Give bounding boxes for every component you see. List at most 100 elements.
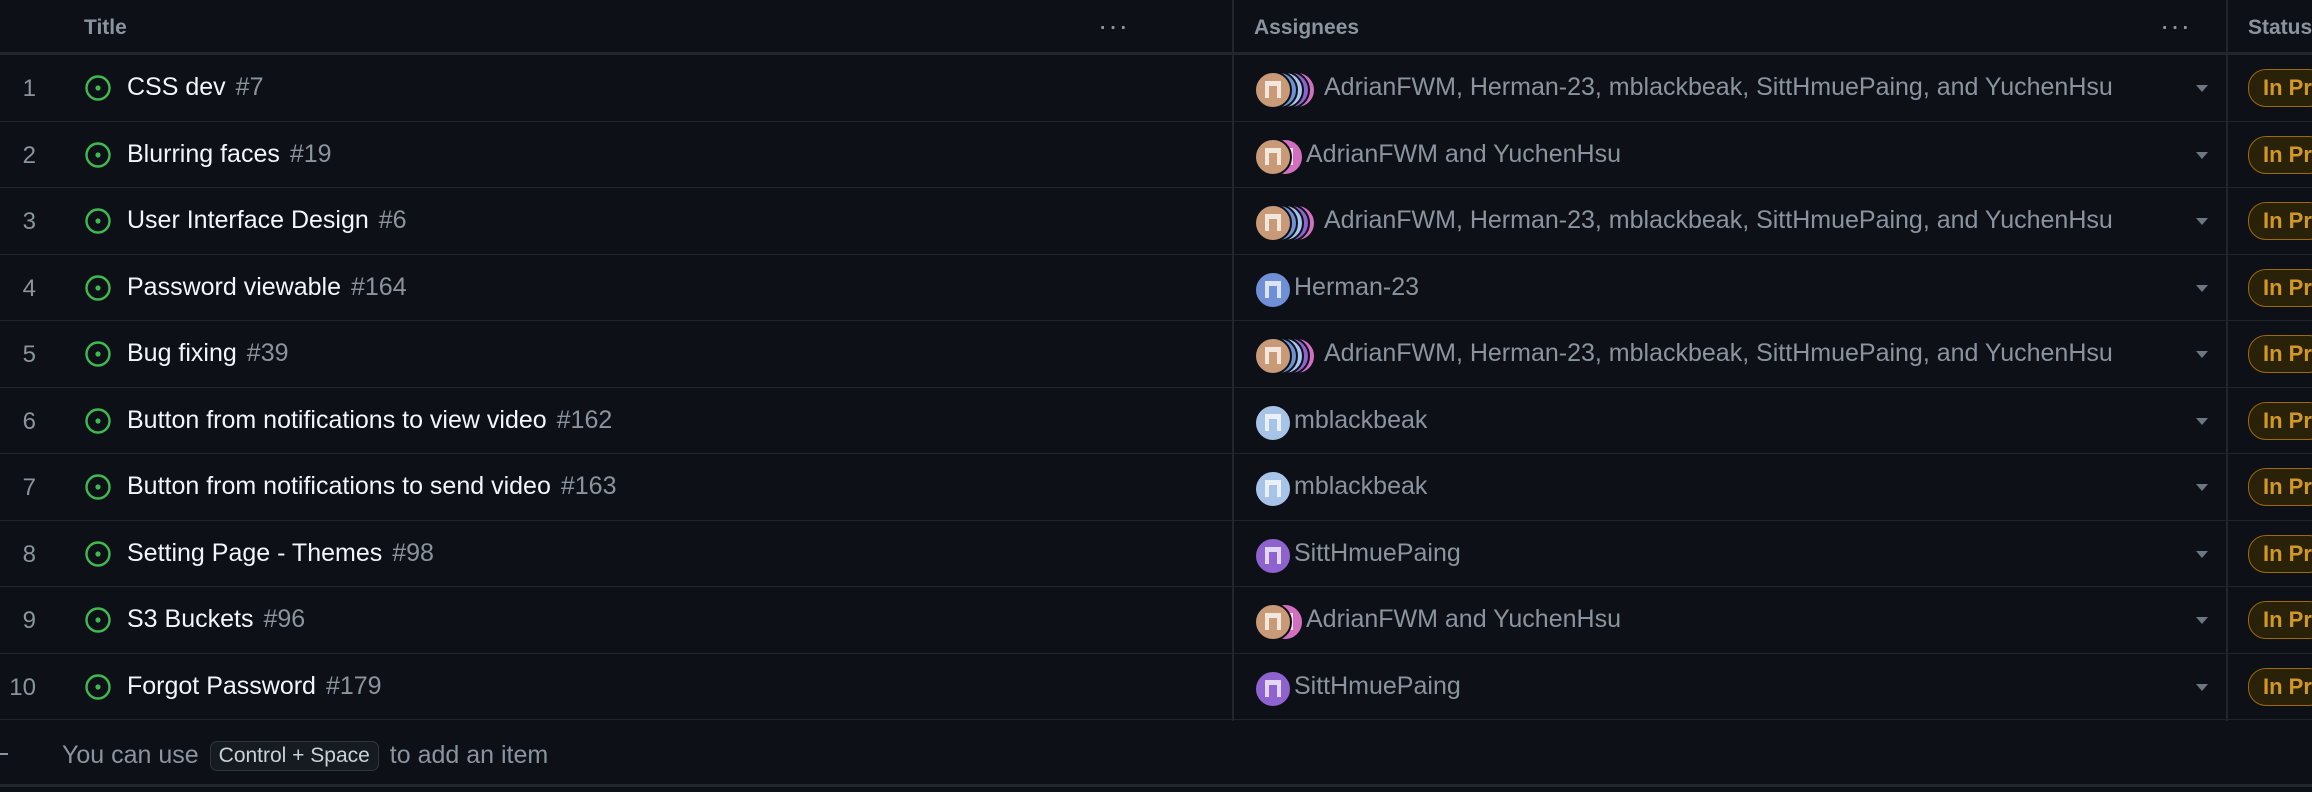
triangle-down-icon[interactable]: [2196, 351, 2208, 358]
avatar[interactable]: [1254, 470, 1292, 508]
avatar[interactable]: [1254, 137, 1292, 176]
status-badge[interactable]: In Pr: [2248, 135, 2312, 174]
triangle-down-icon[interactable]: [2196, 85, 2208, 92]
issue-title[interactable]: Button from notifications to send video: [127, 472, 551, 500]
avatar[interactable]: [1254, 337, 1292, 375]
issue-number[interactable]: #163: [561, 472, 617, 500]
issue-title-link[interactable]: Button from notifications to send video #…: [127, 472, 616, 501]
row-number: 2: [22, 141, 36, 169]
issue-number[interactable]: #164: [351, 273, 407, 301]
triangle-down-icon[interactable]: [2196, 417, 2208, 425]
triangle-down-icon[interactable]: [2196, 151, 2208, 159]
status-badge[interactable]: In Pr: [2248, 268, 2312, 307]
avatar[interactable]: [1254, 403, 1292, 442]
status-badge[interactable]: In Pr: [2248, 667, 2312, 706]
column-divider[interactable]: [1232, 0, 1234, 721]
issue-title-link[interactable]: Button from notifications to view video #…: [127, 406, 612, 435]
status-badge[interactable]: In Pr: [2248, 69, 2312, 107]
avatar[interactable]: [1254, 204, 1292, 242]
issue-number[interactable]: #96: [263, 605, 305, 633]
issue-title[interactable]: Blurring faces: [127, 140, 280, 168]
issue-title-link[interactable]: Setting Page - Themes #98: [127, 539, 434, 568]
issue-title[interactable]: Button from notifications to view video: [127, 406, 547, 434]
assignee-names: AdrianFWM, Herman-23, mblackbeak, SittHm…: [1324, 339, 2113, 367]
issue-opened-icon: [85, 673, 111, 700]
issue-title[interactable]: Password viewable: [127, 273, 341, 301]
table-row[interactable]: 9 S3 Buckets #96 AdrianFWM and YuchenHsu In …: [0, 587, 2312, 654]
table-row[interactable]: 10 Forgot Password #179 SittHmuePaing In Pr: [0, 654, 2312, 720]
status-badge[interactable]: In Pr: [2248, 401, 2312, 440]
project-table: Title ··· Assignees ··· Status 1 CSS dev #…: [0, 0, 2312, 720]
status-badge[interactable]: In Pr: [2248, 335, 2312, 373]
row-number: 4: [22, 274, 36, 302]
table-row[interactable]: 3 User Interface Design #6 AdrianFWM, Herma…: [0, 188, 2312, 255]
table-row[interactable]: 1 CSS dev #7 AdrianFWM, Herman-23, mblackbe…: [0, 55, 2312, 122]
assignee-names: Herman-23: [1294, 272, 1420, 301]
triangle-down-icon[interactable]: [2196, 284, 2208, 292]
issue-number[interactable]: #162: [557, 406, 613, 434]
title-column-menu-icon[interactable]: ···: [1098, 10, 1129, 42]
add-item-row[interactable]: You can use Control + Space to add an it…: [0, 721, 2312, 787]
avatar[interactable]: [1254, 536, 1292, 575]
issue-opened-icon: [85, 607, 111, 633]
issue-number[interactable]: #6: [379, 206, 407, 234]
assignees-column-menu-icon[interactable]: ···: [2160, 10, 2191, 42]
triangle-down-icon[interactable]: [2196, 484, 2208, 491]
issue-number[interactable]: #179: [326, 672, 382, 700]
issue-title-link[interactable]: Blurring faces #19: [127, 140, 332, 169]
issue-number[interactable]: #7: [236, 73, 264, 101]
table-row[interactable]: 7 Button from notifications to send video…: [0, 454, 2312, 521]
triangle-down-icon[interactable]: [2196, 683, 2208, 691]
issue-title-link[interactable]: Bug fixing #39: [127, 339, 289, 368]
hint-suffix: to add an item: [389, 741, 549, 769]
status-badge[interactable]: In Pr: [2248, 601, 2312, 639]
row-number: 7: [22, 474, 36, 501]
column-header-status[interactable]: Status: [2248, 16, 2312, 40]
status-badge[interactable]: In Pr: [2248, 468, 2312, 506]
table-row[interactable]: 6 Button from notifications to view video…: [0, 388, 2312, 454]
column-divider[interactable]: [2226, 0, 2228, 721]
hint-prefix: You can use: [62, 741, 199, 769]
avatar[interactable]: [1254, 270, 1292, 309]
issue-title[interactable]: S3 Buckets: [127, 605, 253, 633]
issue-number[interactable]: #19: [290, 140, 332, 168]
assignee-names: AdrianFWM and YuchenHsu: [1306, 605, 1621, 633]
issue-title[interactable]: Forgot Password: [127, 672, 316, 700]
issue-number[interactable]: #98: [392, 539, 434, 567]
row-number: 9: [22, 607, 36, 634]
issue-title[interactable]: Bug fixing: [127, 339, 237, 367]
issue-title[interactable]: CSS dev: [127, 73, 226, 101]
column-header-title[interactable]: Title: [84, 16, 127, 40]
issue-opened-icon: [85, 141, 111, 168]
issue-title[interactable]: User Interface Design: [127, 206, 369, 234]
avatar[interactable]: [1254, 71, 1292, 109]
table-row[interactable]: 2 Blurring faces #19 AdrianFWM and YuchenHs…: [0, 122, 2312, 188]
status-badge[interactable]: In Pr: [2248, 202, 2312, 240]
row-number: 6: [22, 407, 36, 435]
row-number: 1: [22, 75, 36, 102]
row-number: 5: [22, 341, 36, 368]
triangle-down-icon[interactable]: [2196, 550, 2208, 558]
issue-title-link[interactable]: CSS dev #7: [127, 73, 263, 102]
avatar[interactable]: [1254, 669, 1292, 708]
issue-opened-icon: [85, 75, 111, 101]
issue-opened-icon: [85, 208, 111, 234]
table-row[interactable]: 8 Setting Page - Themes #98 SittHmuePaing In…: [0, 521, 2312, 587]
table-row[interactable]: 5 Bug fixing #39 AdrianFWM, Herman-23, mbla…: [0, 321, 2312, 388]
column-header-assignees[interactable]: Assignees: [1254, 16, 1359, 40]
issue-title-link[interactable]: Forgot Password #179: [127, 672, 382, 701]
issue-title-link[interactable]: S3 Buckets #96: [127, 605, 305, 634]
issue-title[interactable]: Setting Page - Themes: [127, 539, 382, 567]
issue-title-link[interactable]: User Interface Design #6: [127, 206, 407, 235]
issue-title-link[interactable]: Password viewable #164: [127, 273, 407, 302]
add-icon[interactable]: [0, 753, 8, 755]
avatar[interactable]: [1254, 603, 1292, 641]
assignee-names: mblackbeak: [1294, 405, 1428, 434]
status-badge[interactable]: In Pr: [2248, 534, 2312, 573]
triangle-down-icon[interactable]: [2196, 218, 2208, 225]
keyboard-shortcut: Control + Space: [209, 741, 379, 772]
triangle-down-icon[interactable]: [2196, 617, 2208, 624]
add-item-hint: You can use Control + Space to add an it…: [62, 741, 549, 772]
issue-number[interactable]: #39: [247, 339, 289, 367]
table-row[interactable]: 4 Password viewable #164 Herman-23 In Pr: [0, 255, 2312, 321]
